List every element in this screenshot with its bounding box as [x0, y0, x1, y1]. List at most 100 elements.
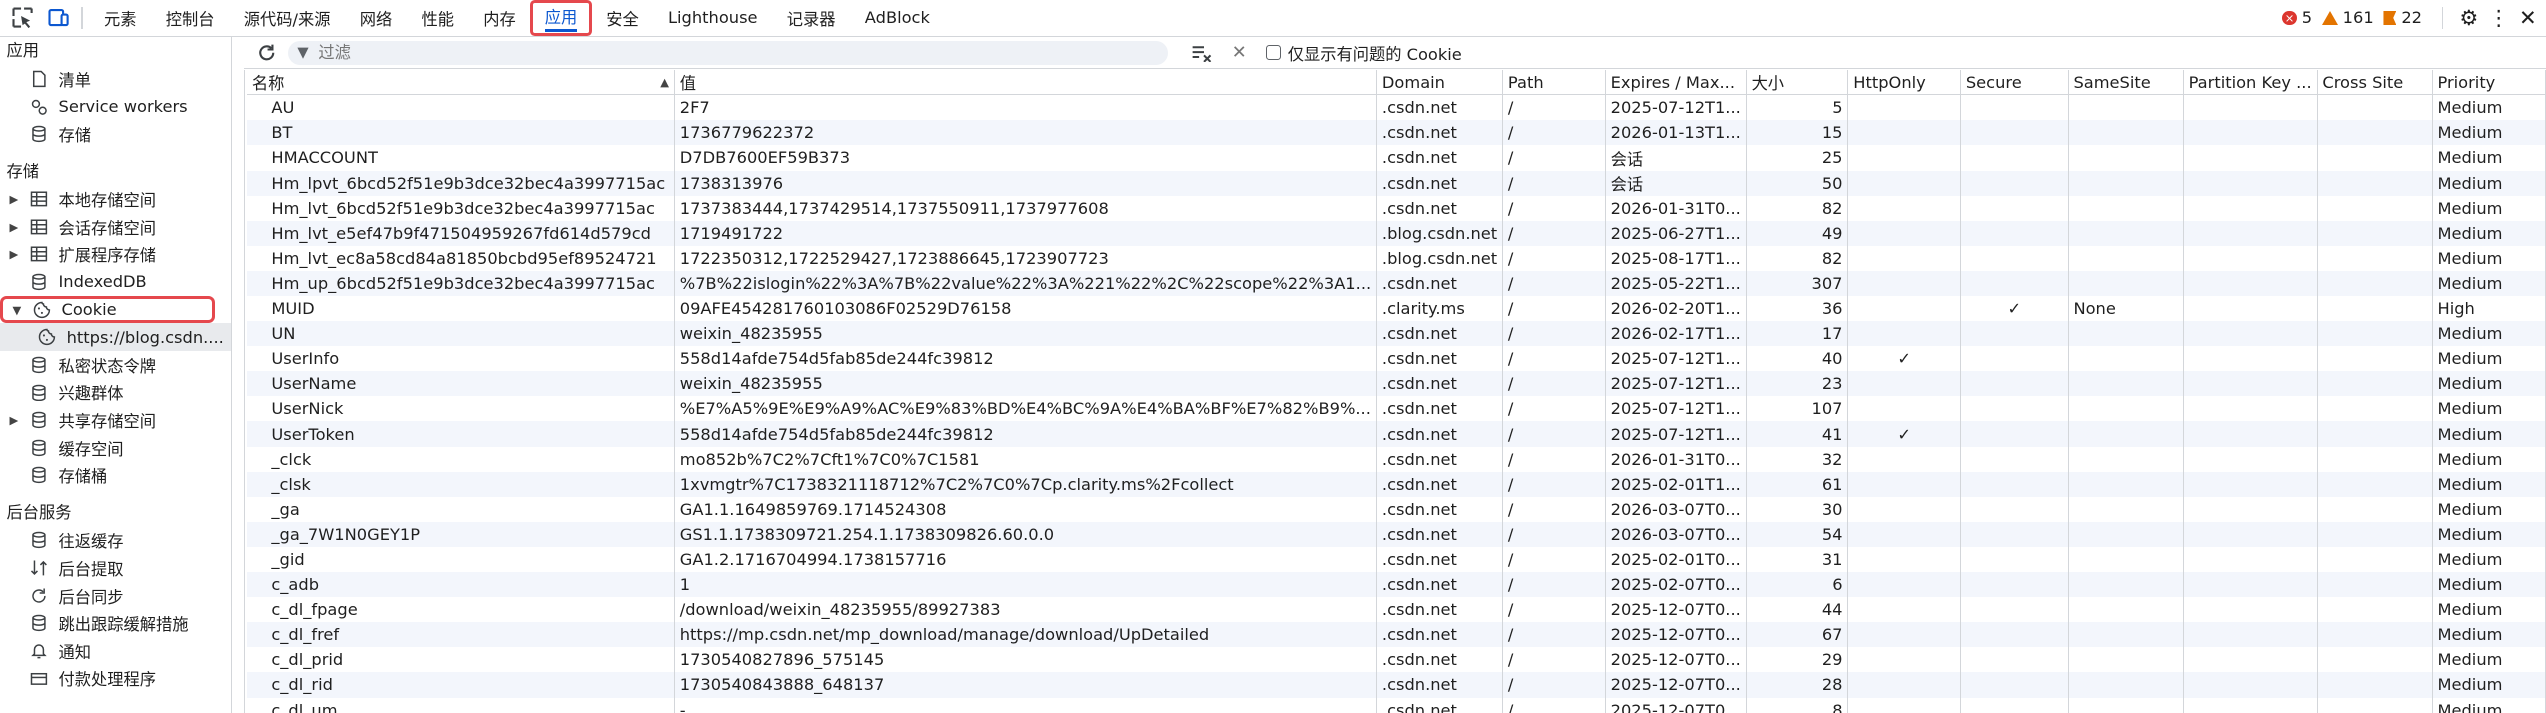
column-header-9[interactable]: Partition Key ...	[2183, 69, 2318, 96]
expand-arrow-icon[interactable]: ▶	[7, 192, 22, 206]
cell-priority: Medium	[2432, 597, 2546, 623]
error-count-badge[interactable]: × 5	[2282, 8, 2312, 27]
warning-count-badge[interactable]: 161	[2321, 8, 2374, 27]
sidebar-item-storage-0[interactable]: ▶ 本地存储空间	[0, 185, 231, 213]
tab-8[interactable]: Lighthouse	[653, 0, 772, 36]
cookie-row[interactable]: _ga_7W1N0GEY1P GS1.1.1738309721.254.1.173…	[247, 521, 2546, 547]
column-header-2[interactable]: Domain	[1376, 69, 1504, 96]
sidebar-item-app-2[interactable]: 存储	[0, 120, 231, 148]
cookie-row[interactable]: _clsk 1xvmgtr%7C1738321118712%7C2%7C0%7Cp…	[247, 471, 2546, 497]
cookie-row[interactable]: Hm_lpvt_6bcd52f51e9b3dce32bec4a3997715ac…	[247, 170, 2546, 196]
column-header-11[interactable]: Priority	[2432, 69, 2546, 96]
tab-1[interactable]: 控制台	[151, 0, 229, 36]
cell-crosssite	[2317, 195, 2433, 221]
sidebar-item-storage-3[interactable]: IndexedDB	[0, 268, 231, 296]
delete-selected-icon[interactable]: ✕	[1232, 42, 1247, 63]
column-header-6[interactable]: HttpOnly	[1847, 69, 1961, 96]
sidebar-item-storage-6[interactable]: 私密状态令牌	[0, 351, 231, 379]
more-options-icon[interactable]: ⋮	[2488, 5, 2509, 30]
cell-expiresmax: 2025-07-12T1...	[1605, 421, 1747, 447]
cookie-row[interactable]: UN weixin_48235955 .csdn.net/2026-02-17T1.…	[247, 321, 2546, 347]
tab-0[interactable]: 元素	[89, 0, 151, 36]
column-header-0[interactable]: 名称 ▲	[247, 69, 675, 96]
cookie-row[interactable]: c_dl_rid 1730540843888_648137 .csdn.net/20…	[247, 672, 2546, 698]
sidebar-item-storage-4[interactable]: ▼ Cookie	[0, 295, 215, 324]
cell-size: 82	[1746, 245, 1849, 271]
tab-5[interactable]: 内存	[469, 0, 531, 36]
toolbar-divider	[2441, 6, 2444, 30]
tab-7[interactable]: 安全	[592, 0, 654, 36]
clear-all-cookies-icon[interactable]	[1191, 44, 1212, 62]
column-header-8[interactable]: SameSite	[2068, 69, 2184, 96]
sidebar-item-storage-7[interactable]: 兴趣群体	[0, 379, 231, 407]
cell-httponly: ✓	[1847, 421, 1961, 447]
cookie-row[interactable]: Hm_up_6bcd52f51e9b3dce32bec4a3997715ac %7…	[247, 270, 2546, 296]
device-toolbar-icon[interactable]	[46, 5, 72, 31]
sidebar-item-app-0[interactable]: 清单	[0, 65, 231, 93]
column-header-3[interactable]: Path	[1502, 69, 1606, 96]
cookie-row[interactable]: HMACCOUNT D7DB7600EF59B373 .csdn.net / 会话 25 M…	[247, 145, 2546, 171]
cookie-row[interactable]: UserToken 558d14afde754d5fab85de244fc3981…	[247, 421, 2546, 447]
expand-arrow-icon[interactable]: ▶	[7, 247, 22, 261]
cookie-row[interactable]: UserInfo 558d14afde754d5fab85de244fc39812…	[247, 346, 2546, 372]
cookie-row[interactable]: c_dl_prid 1730540827896_575145 .csdn.net/2…	[247, 647, 2546, 673]
issues-count-badge[interactable]: 22	[2383, 8, 2422, 27]
column-header-10[interactable]: Cross Site	[2317, 69, 2433, 96]
checkbox-box[interactable]	[1266, 45, 1282, 61]
sidebar-item-storage-10[interactable]: 存储桶	[0, 462, 231, 490]
sidebar-item-bg-4[interactable]: 通知	[0, 637, 231, 665]
tab-9[interactable]: 记录器	[772, 0, 850, 36]
sidebar-item-label: 清单	[58, 70, 92, 90]
only-issues-checkbox[interactable]: 仅显示有问题的 Cookie	[1266, 41, 1462, 65]
sidebar-item-bg-3[interactable]: 跳出跟踪缓解措施	[0, 609, 231, 637]
cell-partitionkey	[2183, 597, 2318, 623]
cookie-row[interactable]: c_adb 1 .csdn.net/2025-02-07T0... 6 Medium	[247, 572, 2546, 598]
close-devtools-icon[interactable]: ✕	[2519, 5, 2537, 30]
cookie-row[interactable]: c_dl_fref https://mp.csdn.net/mp_download…	[247, 622, 2546, 648]
cell-value: GA1.1.1649859769.1714524308	[674, 496, 1378, 522]
column-header-4[interactable]: Expires / Max...	[1605, 69, 1747, 96]
column-header-1[interactable]: 值	[674, 69, 1378, 96]
expand-arrow-icon[interactable]: ▶	[7, 220, 22, 234]
sidebar-item-storage-9[interactable]: 缓存空间	[0, 434, 231, 462]
cookie-row[interactable]: c_dl_fpage/download/weixin_48235955/8992…	[247, 597, 2546, 623]
cell-samesite	[2068, 321, 2184, 347]
inspect-element-icon[interactable]	[10, 5, 36, 31]
cookie-row[interactable]: UserNick %E7%A5%9E%E9%A9%AC%E9%83%BD%E4%B…	[247, 396, 2546, 422]
tab-label: 安全	[606, 9, 639, 29]
column-header-7[interactable]: Secure	[1960, 69, 2069, 96]
cookie-row[interactable]: Hm_lvt_e5ef47b9f471504959267fd614d579cd 1…	[247, 220, 2546, 246]
cookie-row[interactable]: UserName weixin_48235955 .csdn.net/2025-07…	[247, 371, 2546, 397]
refresh-icon[interactable]	[254, 43, 280, 63]
cookie-row[interactable]: MUID 09AFE454281760103086F02529D76158 .cla…	[247, 296, 2546, 322]
column-header-5[interactable]: 大小	[1746, 69, 1849, 96]
cookie-row[interactable]: _gid GA1.2.1716704994.1738157716 .csdn.net…	[247, 546, 2546, 573]
tab-4[interactable]: 性能	[407, 0, 469, 36]
cookie-row[interactable]: Hm_lvt_ec8a58cd84a81850bcbd95ef89524721 1…	[247, 245, 2546, 271]
tab-2[interactable]: 源代码/来源	[229, 0, 345, 36]
sidebar-item-storage-5[interactable]: https://blog.csdn....	[0, 323, 231, 351]
cookie-row[interactable]: _clck mo852b%7C2%7Cft1%7C0%7C1581 .csdn.ne…	[247, 446, 2546, 472]
tab-10[interactable]: AdBlock	[850, 0, 944, 36]
sidebar-item-bg-2[interactable]: 后台同步	[0, 582, 231, 610]
settings-gear-icon[interactable]: ⚙	[2459, 5, 2478, 30]
sidebar-item-storage-1[interactable]: ▶ 会话存储空间	[0, 213, 231, 241]
filter-input[interactable]	[315, 41, 1135, 64]
filter-input-wrapper[interactable]: ▼	[287, 40, 1169, 65]
cookie-row[interactable]: BT 1736779622372 .csdn.net/2026-01-13T1...…	[247, 120, 2546, 146]
cookie-row[interactable]: Hm_lvt_6bcd52f51e9b3dce32bec4a3997715ac 1…	[247, 195, 2546, 221]
expand-arrow-icon[interactable]: ▶	[7, 413, 22, 427]
tab-6[interactable]: 应用	[530, 0, 592, 36]
sidebar-item-app-1[interactable]: Service workers	[0, 93, 231, 121]
cell-name: _clck	[247, 446, 675, 472]
cookie-row[interactable]: c_dl_um - .csdn.net/2025-12-07T0... 8 Medium	[247, 697, 2546, 713]
sidebar-item-storage-8[interactable]: ▶ 共享存储空间	[0, 406, 231, 434]
sidebar-item-bg-1[interactable]: 后台提取	[0, 554, 231, 582]
tab-3[interactable]: 网络	[345, 0, 407, 36]
expand-arrow-icon[interactable]: ▼	[10, 303, 25, 317]
cookie-row[interactable]: AU 2F7 .csdn.net/2025-07-12T1... 5 Medium	[247, 94, 2546, 121]
cookie-row[interactable]: _ga GA1.1.1649859769.1714524308 .csdn.net /…	[247, 496, 2546, 522]
sidebar-item-bg-0[interactable]: 往返缓存	[0, 527, 231, 555]
sidebar-item-storage-2[interactable]: ▶ 扩展程序存储	[0, 241, 231, 269]
sidebar-item-bg-5[interactable]: 付款处理程序	[0, 665, 231, 693]
